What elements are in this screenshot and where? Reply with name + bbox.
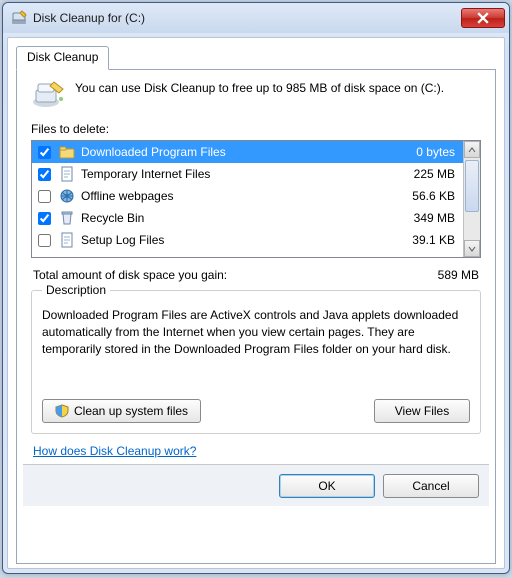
total-label: Total amount of disk space you gain:: [33, 268, 438, 282]
globe-icon: [59, 188, 75, 204]
window-title: Disk Cleanup for (C:): [33, 11, 461, 25]
list-item[interactable]: Offline webpages 56.6 KB: [32, 185, 463, 207]
item-checkbox[interactable]: [38, 190, 51, 203]
scroll-up-button[interactable]: [464, 141, 480, 158]
bin-icon: [59, 210, 75, 226]
tab-body: You can use Disk Cleanup to free up to 9…: [16, 69, 496, 564]
page-icon: [59, 232, 75, 248]
total-row: Total amount of disk space you gain: 589…: [33, 268, 479, 282]
item-name: Temporary Internet Files: [81, 167, 383, 181]
item-name: Downloaded Program Files: [81, 145, 383, 159]
item-size: 349 MB: [389, 211, 459, 225]
scrollbar[interactable]: [463, 141, 480, 257]
item-name: Setup Log Files: [81, 233, 383, 247]
titlebar[interactable]: Disk Cleanup for (C:): [3, 3, 509, 33]
ok-button[interactable]: OK: [279, 474, 375, 498]
disk-cleanup-icon: [11, 10, 27, 26]
chevron-down-icon: [468, 245, 476, 253]
intro-row: You can use Disk Cleanup to free up to 9…: [31, 80, 481, 110]
page-icon: [59, 166, 75, 182]
description-legend: Description: [42, 283, 110, 297]
list-item[interactable]: Temporary Internet Files 225 MB: [32, 163, 463, 185]
dialog-window: Disk Cleanup for (C:) Disk Cleanup You c…: [2, 2, 510, 574]
item-checkbox[interactable]: [38, 146, 51, 159]
item-name: Offline webpages: [81, 189, 383, 203]
cancel-button[interactable]: Cancel: [383, 474, 479, 498]
cleanup-large-icon: [31, 80, 65, 110]
folder-icon: [59, 144, 75, 160]
item-size: 56.6 KB: [389, 189, 459, 203]
cleanup-button-label: Clean up system files: [74, 404, 188, 418]
item-name: Recycle Bin: [81, 211, 383, 225]
total-value: 589 MB: [438, 268, 479, 282]
dialog-footer: OK Cancel: [23, 464, 489, 506]
item-size: 0 bytes: [389, 145, 459, 159]
scroll-track[interactable]: [464, 158, 480, 240]
close-icon: [477, 12, 489, 24]
description-text: Downloaded Program Files are ActiveX con…: [42, 307, 470, 389]
help-link[interactable]: How does Disk Cleanup work?: [33, 444, 479, 458]
file-list: Downloaded Program Files 0 bytes Temporary…: [31, 140, 481, 258]
list-item[interactable]: Recycle Bin 349 MB: [32, 207, 463, 229]
scroll-thumb[interactable]: [465, 160, 479, 212]
tab-disk-cleanup[interactable]: Disk Cleanup: [16, 46, 109, 70]
close-button[interactable]: [461, 8, 505, 28]
client-area: Disk Cleanup You can use Disk Cleanup to…: [7, 37, 505, 569]
list-item[interactable]: Downloaded Program Files 0 bytes: [32, 141, 463, 163]
item-checkbox[interactable]: [38, 212, 51, 225]
cleanup-system-files-button[interactable]: Clean up system files: [42, 399, 201, 423]
item-checkbox[interactable]: [38, 234, 51, 247]
description-button-row: Clean up system files View Files: [42, 399, 470, 423]
item-size: 225 MB: [389, 167, 459, 181]
scroll-down-button[interactable]: [464, 240, 480, 257]
view-files-button[interactable]: View Files: [374, 399, 470, 423]
shield-icon: [55, 404, 69, 418]
description-group: Description Downloaded Program Files are…: [31, 290, 481, 434]
intro-text: You can use Disk Cleanup to free up to 9…: [75, 80, 444, 110]
list-item[interactable]: Setup Log Files 39.1 KB: [32, 229, 463, 251]
item-size: 39.1 KB: [389, 233, 459, 247]
item-checkbox[interactable]: [38, 168, 51, 181]
files-to-delete-label: Files to delete:: [31, 122, 481, 136]
chevron-up-icon: [468, 146, 476, 154]
tab-strip: Disk Cleanup: [16, 46, 496, 70]
